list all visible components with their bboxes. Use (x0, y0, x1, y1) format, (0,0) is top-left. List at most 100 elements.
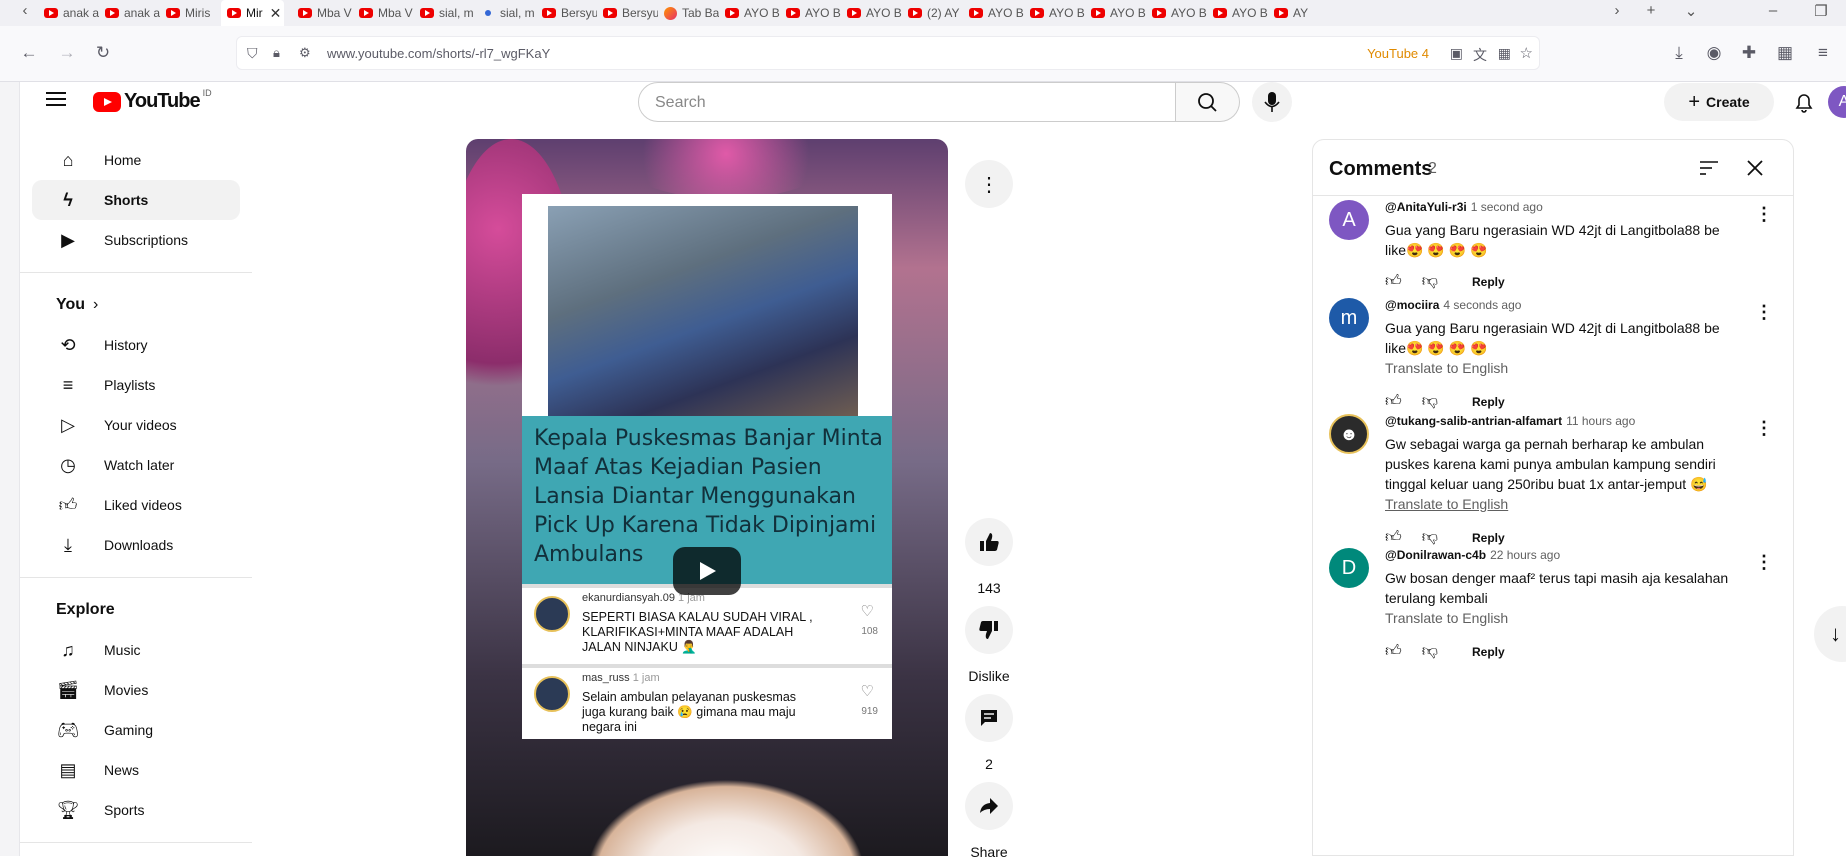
browser-tab[interactable]: Bersyu (597, 0, 658, 26)
save-page-icon[interactable]: ▣ (1450, 45, 1463, 62)
tab-scroll-left-icon[interactable]: ‹ (14, 2, 36, 19)
reply-button[interactable]: Reply (1472, 531, 1505, 545)
sidebar-item-news[interactable]: ▤ News (32, 750, 240, 790)
create-button[interactable]: + Create (1664, 83, 1774, 121)
more-actions-button[interactable]: ⋮ (964, 160, 1014, 208)
comment-more-icon[interactable]: ⋮ (1755, 302, 1773, 323)
permissions-icon[interactable]: ⚙ (299, 45, 311, 61)
browser-tab[interactable]: Mba V (292, 0, 353, 26)
downloads-toolbar-icon[interactable]: ⤓ (1668, 43, 1690, 63)
menu-icon[interactable]: ≡ (1812, 43, 1834, 63)
browser-tab[interactable]: Tab Ba (658, 0, 719, 26)
notifications-button[interactable] (1784, 82, 1824, 122)
sidebar-item-history[interactable]: ⟲ History (32, 325, 240, 365)
scroll-down-button[interactable]: ↓ (1814, 606, 1846, 662)
browser-tab[interactable]: AYO B (1146, 0, 1207, 26)
comments-button[interactable]: 2 (964, 694, 1014, 772)
share-button[interactable]: Share (964, 782, 1014, 860)
like-button[interactable]: 143 (964, 518, 1014, 596)
restore-icon[interactable]: ❐ (1810, 2, 1832, 20)
sidebar-item-watch-later[interactable]: ◷ Watch later (32, 445, 240, 485)
browser-tab[interactable]: anak a (38, 0, 99, 26)
sidebar-item-downloads[interactable]: ⤓ Downloads (32, 525, 240, 565)
browser-tab[interactable]: Mir ✕ (221, 0, 284, 26)
comment-dislike-icon[interactable]: 👎︎ (1422, 392, 1438, 411)
browser-tab[interactable]: AYO B (1085, 0, 1146, 26)
comment-time[interactable]: 1 second ago (1471, 200, 1543, 214)
translate-link[interactable]: Translate to English (1385, 610, 1508, 626)
sidebar-item-your-videos[interactable]: ▷ Your videos (32, 405, 240, 445)
minimize-icon[interactable]: – (1762, 2, 1784, 19)
tab-list-icon[interactable]: ⌄ (1680, 2, 1702, 20)
browser-tab[interactable]: (2) AY (902, 0, 963, 26)
comment-username[interactable]: @Donilrawan-c4b (1385, 548, 1486, 562)
browser-tab[interactable]: Miris (160, 0, 221, 26)
browser-tab[interactable]: sial, m (414, 0, 475, 26)
close-icon[interactable] (1743, 156, 1767, 180)
lock-icon[interactable]: 🔒︎ (273, 45, 280, 61)
tab-scroll-right-icon[interactable]: › (1606, 2, 1628, 19)
comment-time[interactable]: 4 seconds ago (1443, 298, 1521, 312)
bookmark-star-icon[interactable]: ☆ (1520, 44, 1533, 62)
browser-tab[interactable]: AYO B (1207, 0, 1268, 26)
url-text[interactable]: www.youtube.com/shorts/-rl7_wgFKaY (327, 46, 550, 61)
browser-tab[interactable]: anak a (99, 0, 160, 26)
reload-icon[interactable]: ↻ (92, 43, 114, 63)
comment-like-icon[interactable]: 👍︎ (1385, 528, 1402, 547)
forward-icon[interactable]: → (56, 43, 78, 63)
sidebar-item-sports[interactable]: 🏆︎ Sports (32, 790, 240, 830)
browser-tab[interactable]: Mba V (353, 0, 414, 26)
comment-username[interactable]: @mociira (1385, 298, 1439, 312)
comment-like-icon[interactable]: 👍︎ (1385, 642, 1402, 661)
browser-tab[interactable]: AYO B (841, 0, 902, 26)
browser-tab[interactable]: AYO B (719, 0, 780, 26)
reply-button[interactable]: Reply (1472, 395, 1505, 409)
search-input[interactable]: Search (638, 82, 1176, 122)
search-button[interactable] (1176, 82, 1240, 122)
comment-username[interactable]: @AnitaYuli-r3i (1385, 200, 1467, 214)
comment-time[interactable]: 22 hours ago (1490, 548, 1560, 562)
extensions-icon[interactable]: ✚ (1738, 43, 1760, 63)
sidebar-item-shorts[interactable]: ϟ Shorts (32, 180, 240, 220)
translate-icon[interactable]: 文 (1473, 45, 1487, 65)
shorts-video-player[interactable]: Kepala Puskesmas Banjar Minta Maaf Atas … (466, 139, 948, 856)
reply-button[interactable]: Reply (1472, 645, 1505, 659)
comment-like-icon[interactable]: 👍︎ (1385, 272, 1402, 291)
comment-like-icon[interactable]: 👍︎ (1385, 392, 1402, 411)
browser-tab[interactable]: Bersyu (536, 0, 597, 26)
sidebar-item-liked-videos[interactable]: 👍︎ Liked videos (32, 485, 240, 525)
extension-badge[interactable]: YouTube 4 (1367, 46, 1429, 61)
voice-search-button[interactable] (1252, 82, 1292, 122)
sidebar-item-music[interactable]: ♫ Music (32, 630, 240, 670)
comment-avatar[interactable]: ☻ (1329, 414, 1369, 454)
browser-tab[interactable]: AYO B (963, 0, 1024, 26)
browser-tab[interactable]: AYO B (780, 0, 841, 26)
comment-dislike-icon[interactable]: 👎︎ (1422, 642, 1438, 661)
browser-tab[interactable]: AYO B (1024, 0, 1085, 26)
comment-more-icon[interactable]: ⋮ (1755, 418, 1773, 439)
play-button[interactable] (673, 547, 741, 595)
sidebar-item-movies[interactable]: 🎬︎ Movies (32, 670, 240, 710)
address-bar[interactable]: ⛉ 🔒︎ ⚙ www.youtube.com/shorts/-rl7_wgFKa… (236, 36, 1540, 70)
comment-username[interactable]: @tukang-salib-antrian-alfamart (1385, 414, 1562, 428)
browser-tab[interactable]: sial, m (475, 0, 536, 26)
tab-close-icon[interactable]: ✕ (270, 5, 282, 22)
sidebar-item-playlists[interactable]: ≡ Playlists (32, 365, 240, 405)
translate-link[interactable]: Translate to English (1385, 360, 1508, 376)
comment-avatar[interactable]: m (1329, 298, 1369, 338)
qr-code-icon[interactable]: ▦ (1498, 45, 1511, 62)
sidebar-item-gaming[interactable]: 🎮︎ Gaming (32, 710, 240, 750)
youtube-logo[interactable]: YouTube ID (93, 88, 212, 113)
apps-grid-icon[interactable]: ▦ (1774, 43, 1796, 63)
sidebar-you-heading[interactable]: You › (20, 285, 252, 325)
browser-tab[interactable]: AY (1268, 0, 1329, 26)
comment-time[interactable]: 11 hours ago (1566, 414, 1635, 428)
comment-dislike-icon[interactable]: 👎︎ (1422, 528, 1438, 547)
dislike-button[interactable]: Dislike (964, 606, 1014, 684)
reply-button[interactable]: Reply (1472, 275, 1505, 289)
new-tab-icon[interactable]: + (1640, 2, 1662, 19)
account-icon[interactable]: ◉ (1703, 43, 1725, 63)
translate-link[interactable]: Translate to English (1385, 496, 1508, 512)
sort-icon[interactable] (1697, 158, 1721, 178)
sidebar-item-subscriptions[interactable]: ▶ Subscriptions (32, 220, 240, 260)
